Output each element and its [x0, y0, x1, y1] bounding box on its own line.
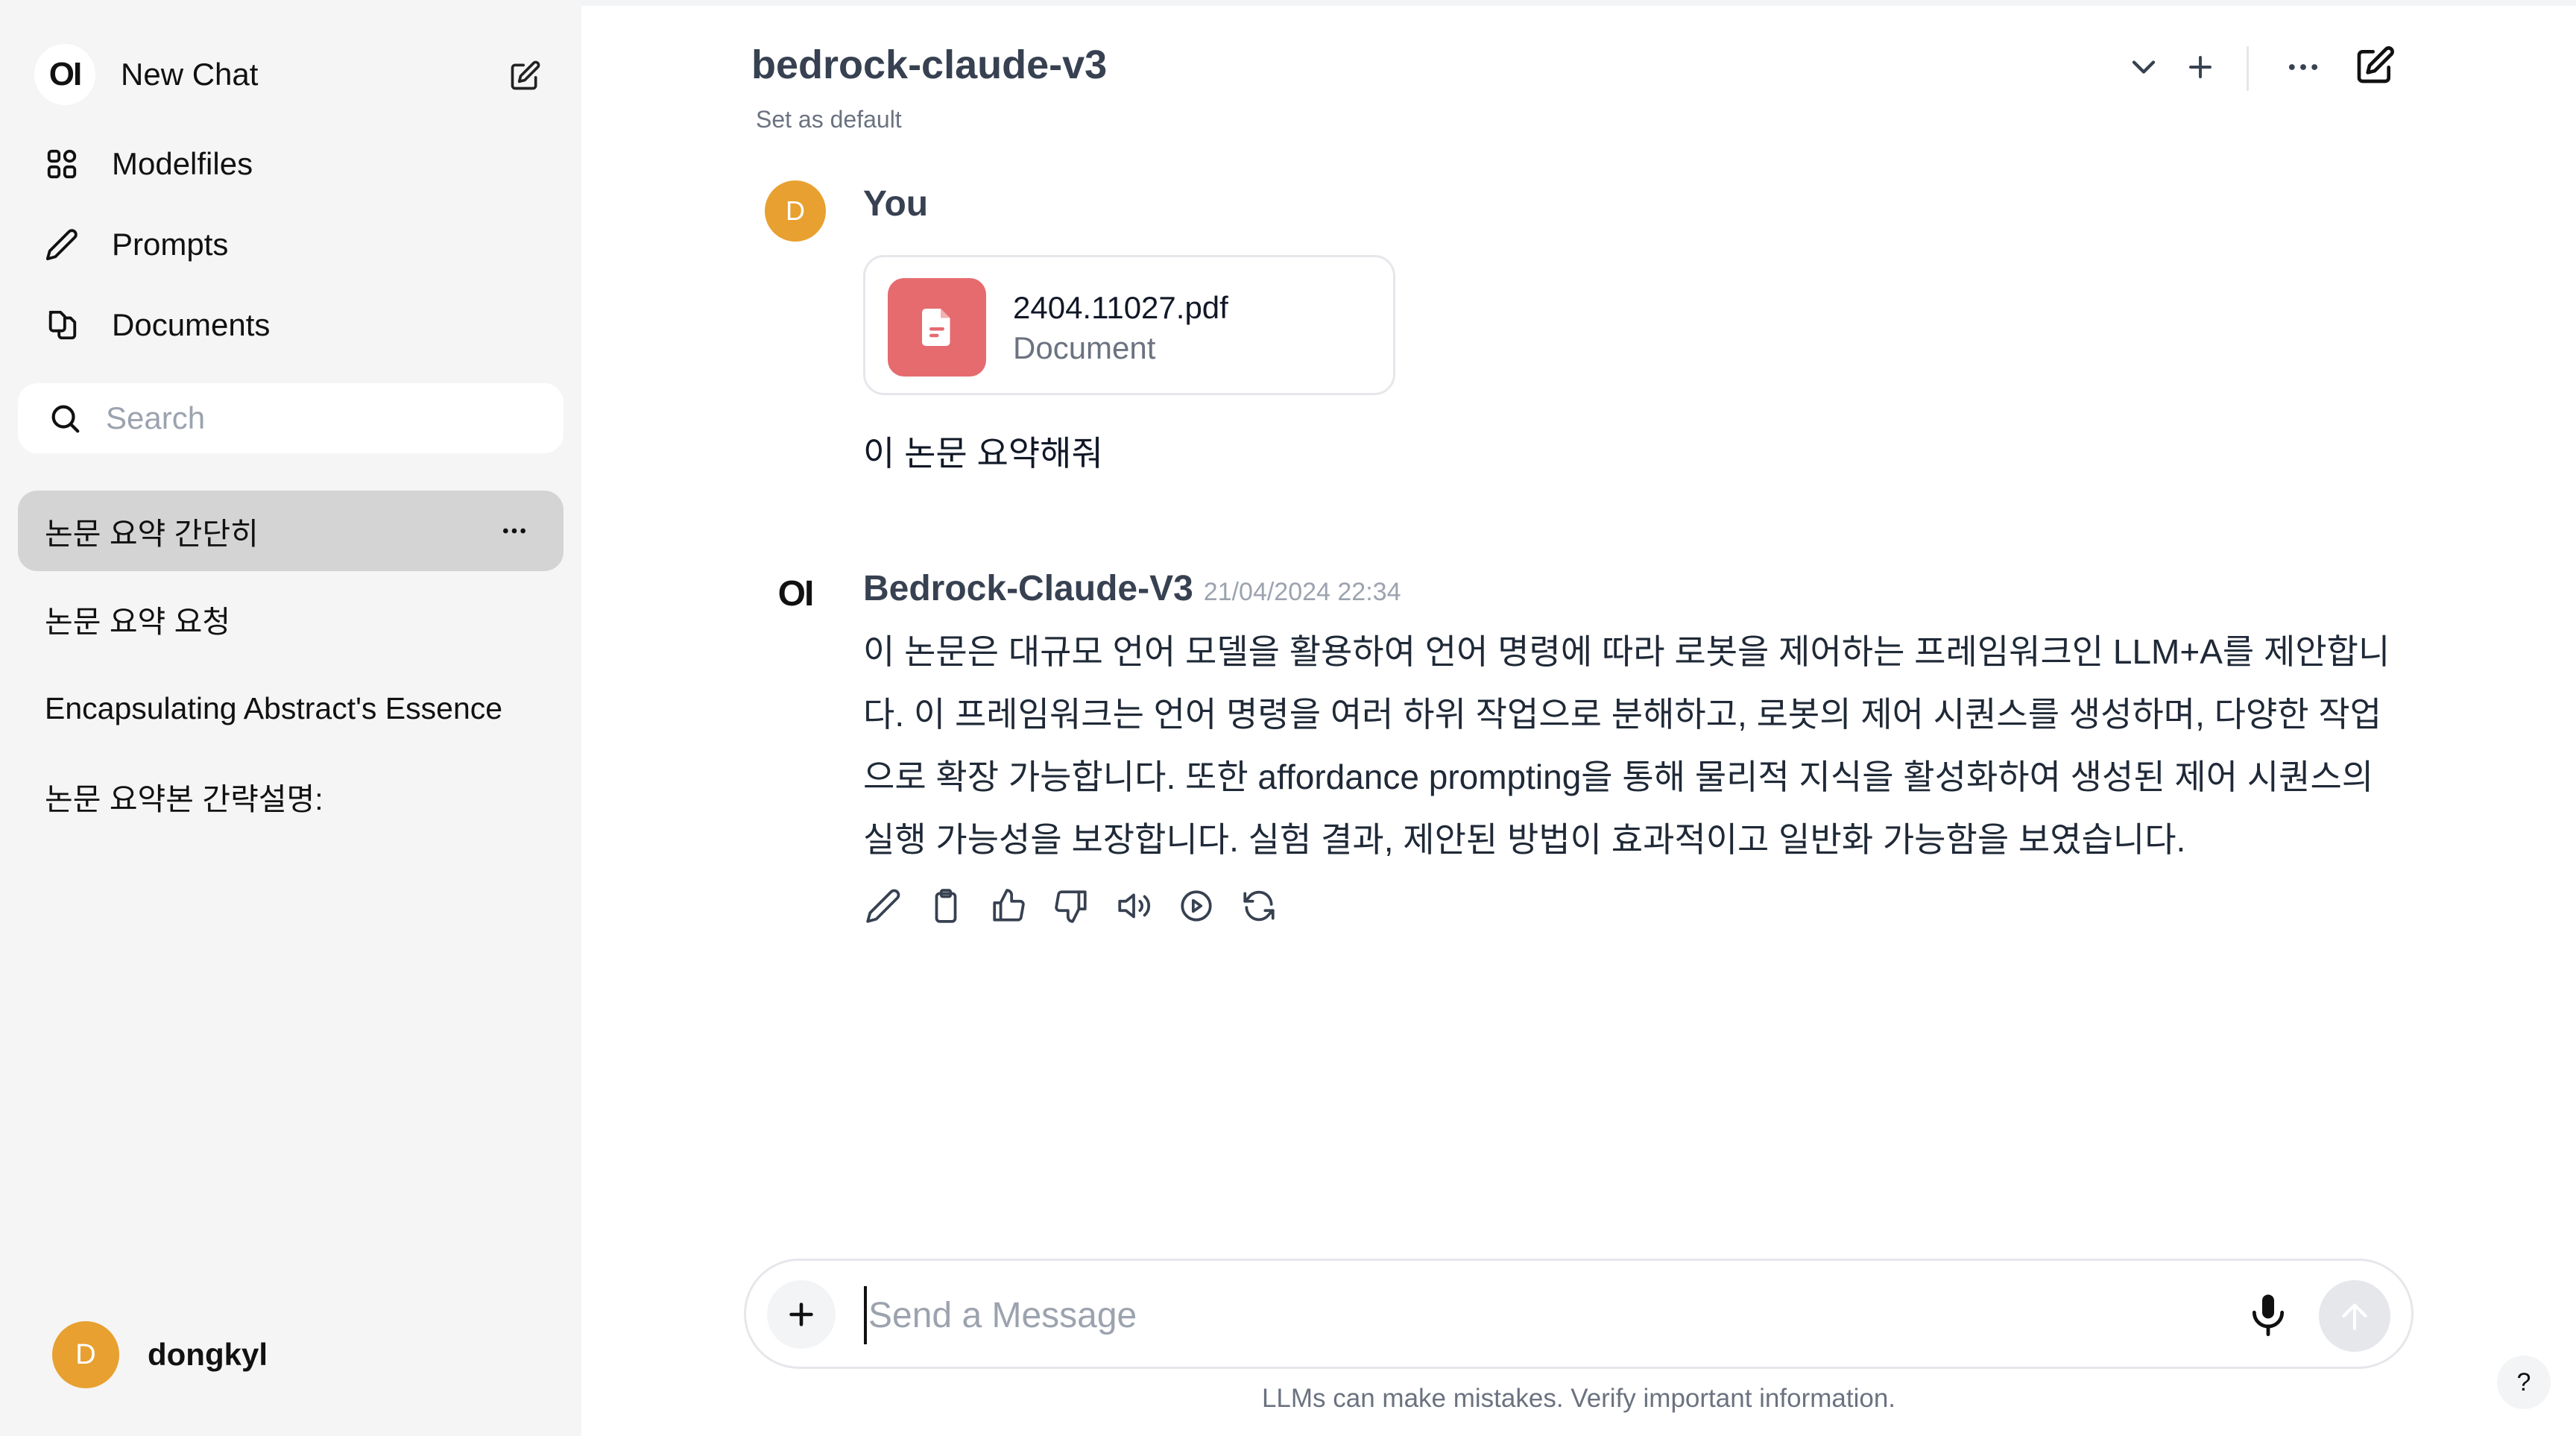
add-model-icon[interactable]	[2181, 48, 2220, 86]
chat-item[interactable]: Encapsulating Abstract's Essence	[18, 668, 564, 749]
documents-icon	[45, 308, 79, 342]
search-box	[18, 383, 564, 453]
file-attachment[interactable]: 2404.11027.pdf Document	[863, 255, 1395, 395]
header-divider	[2247, 46, 2249, 91]
chat-item[interactable]: 논문 요약 간단히	[18, 491, 564, 571]
search-input[interactable]	[104, 400, 555, 437]
play-circle-icon[interactable]	[1178, 887, 1215, 925]
set-default-link[interactable]: Set as default	[756, 106, 902, 133]
new-chat-button[interactable]: OI New Chat	[34, 44, 541, 105]
chat-item-title: Encapsulating Abstract's Essence	[45, 690, 503, 725]
sidebar-item-label: Modelfiles	[112, 146, 253, 181]
new-chat-label: New Chat	[121, 57, 259, 92]
chat-main: bedrock-claude-v3 Set as default D You 2…	[581, 0, 2576, 1436]
chat-item-title: 논문 요약본 간략설명:	[45, 782, 323, 816]
message-composer	[744, 1259, 2414, 1369]
app-logo: OI	[34, 44, 95, 105]
avatar: D	[52, 1321, 119, 1388]
modelfiles-icon	[45, 147, 79, 181]
sidebar: OI New Chat Modelfiles Prompts Documents…	[0, 0, 581, 1436]
assistant-avatar: OI	[777, 573, 815, 614]
user-menu-button[interactable]: D dongkyl	[52, 1321, 529, 1388]
chat-item[interactable]: 논문 요약본 간략설명:	[18, 756, 564, 837]
chat-item-title: 논문 요약 요청	[45, 605, 231, 639]
edit-icon[interactable]	[865, 887, 902, 925]
message-timestamp: 21/04/2024 22:34	[1203, 578, 1401, 606]
send-button[interactable]	[2319, 1280, 2390, 1352]
sidebar-item-label: Documents	[112, 307, 271, 342]
sidebar-item-documents[interactable]: Documents	[45, 294, 537, 356]
message-input[interactable]	[864, 1286, 2226, 1344]
message-line: 이 논문은 대규모 언어 모델을 활용하여 언어 명령에 따라 로봇을 제어하는…	[863, 632, 2390, 671]
user-message-text: 이 논문 요약해줘	[863, 434, 1103, 473]
pencil-icon	[45, 227, 79, 262]
model-selector[interactable]: bedrock-claude-v3	[751, 42, 1107, 88]
thumbs-up-icon[interactable]	[990, 887, 1027, 925]
chevron-down-icon[interactable]	[2124, 48, 2163, 86]
new-chat-edit-icon[interactable]	[2354, 45, 2396, 86]
file-type: Document	[1013, 330, 1156, 365]
message-line: 실행 가능성을 보장합니다. 실험 결과, 제안된 방법이 효과적이고 일반화 …	[863, 820, 2186, 859]
document-file-icon	[915, 305, 959, 350]
sidebar-item-prompts[interactable]: Prompts	[45, 213, 537, 276]
sidebar-item-label: Prompts	[112, 227, 229, 262]
plus-icon	[784, 1297, 818, 1332]
chat-item-title: 논문 요약 간단히	[45, 517, 259, 551]
top-divider	[581, 0, 2576, 6]
thumbs-down-icon[interactable]	[1052, 887, 1090, 925]
message-author: You	[863, 184, 929, 224]
sidebar-item-modelfiles[interactable]: Modelfiles	[45, 133, 537, 195]
help-button[interactable]: ?	[2497, 1355, 2551, 1409]
message-line: 다. 이 프레임워크는 언어 명령을 여러 하위 작업으로 분해하고, 로봇의 …	[863, 695, 2382, 734]
more-options-icon[interactable]	[2284, 48, 2323, 86]
user-name: dongkyl	[148, 1337, 268, 1372]
speaker-icon[interactable]	[1115, 887, 1152, 925]
avatar: D	[765, 180, 826, 242]
message-line: 으로 확장 가능합니다. 또한 affordance prompting을 통해…	[863, 758, 2374, 796]
regenerate-icon[interactable]	[1240, 887, 1278, 925]
arrow-up-icon	[2336, 1297, 2373, 1335]
copy-icon[interactable]	[927, 887, 965, 925]
attach-button[interactable]	[767, 1280, 836, 1349]
file-icon-box	[888, 278, 986, 377]
file-name: 2404.11027.pdf	[1013, 290, 1228, 325]
disclaimer-text: LLMs can make mistakes. Verify important…	[1261, 1384, 1896, 1413]
message-author: Bedrock-Claude-V3	[863, 569, 1193, 608]
assistant-message-text: 이 논문은 대규모 언어 모델을 활용하여 언어 명령에 따라 로봇을 제어하는…	[863, 620, 2406, 871]
more-options-icon[interactable]	[498, 516, 531, 546]
message-actions	[865, 887, 1303, 925]
microphone-icon[interactable]	[2244, 1291, 2292, 1338]
new-chat-edit-icon[interactable]	[508, 60, 541, 92]
search-icon	[48, 401, 82, 435]
chat-item[interactable]: 논문 요약 요청	[18, 579, 564, 659]
assistant-header: Bedrock-Claude-V3 21/04/2024 22:34	[863, 568, 1401, 609]
